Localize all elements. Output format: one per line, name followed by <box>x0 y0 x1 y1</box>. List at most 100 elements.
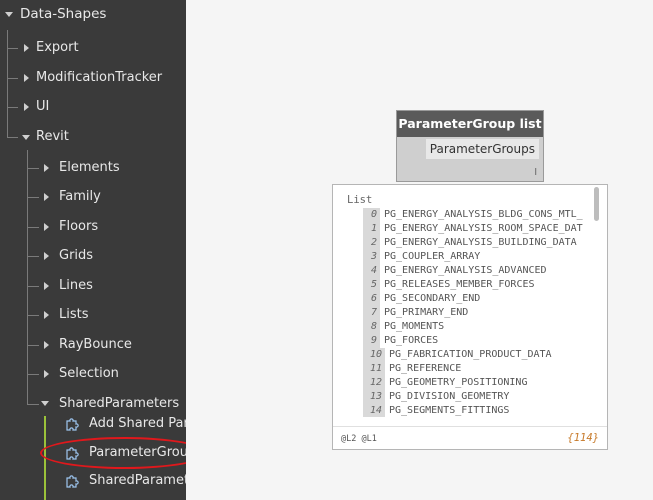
collapse-arrow-icon[interactable] <box>22 135 30 140</box>
library-item-revit[interactable]: Revit <box>36 129 69 144</box>
puzzle-node-icon <box>66 475 79 488</box>
expand-arrow-icon[interactable] <box>44 193 49 201</box>
parametergroup-list-node[interactable]: ParameterGroup list ParameterGroups l <box>396 110 544 182</box>
list-item-value: PG_MOMENTS <box>384 321 445 332</box>
list-item-index: 8 <box>363 320 380 334</box>
list-levels: @L2 @L1 <box>341 434 377 444</box>
expand-arrow-icon[interactable] <box>24 44 29 52</box>
expand-arrow-icon[interactable] <box>44 282 49 290</box>
list-item: 14 PG_SEGMENTS_FITTINGS <box>363 404 509 417</box>
preview-scrollbar[interactable] <box>594 187 599 221</box>
library-item-selection[interactable]: Selection <box>59 366 119 381</box>
node-title[interactable]: ParameterGroup list <box>397 111 543 137</box>
library-item-elements[interactable]: Elements <box>59 160 120 175</box>
list-item: 8 PG_MOMENTS <box>363 320 444 334</box>
library-item-lines[interactable]: Lines <box>59 278 93 293</box>
tree-line <box>7 78 18 79</box>
collapse-arrow-icon[interactable] <box>5 12 13 17</box>
list-item: 13 PG_DIVISION_GEOMETRY <box>363 390 509 404</box>
tree-line <box>7 30 8 138</box>
list-item-index: 1 <box>363 222 380 236</box>
list-item-index: 7 <box>363 306 380 320</box>
expand-arrow-icon[interactable] <box>24 103 29 111</box>
list-item-value: PG_REFERENCE <box>389 363 462 374</box>
item-count: {114} <box>567 432 599 444</box>
tree-line <box>27 256 39 257</box>
library-node-add-shared-parameter[interactable]: Add Shared Para <box>89 416 186 431</box>
list-item-value: PG_ENERGY_ANALYSIS_ADVANCED <box>384 265 547 276</box>
list-item: 12 PG_GEOMETRY_POSITIONING <box>363 376 527 390</box>
list-item-index: 3 <box>363 250 380 264</box>
tree-line <box>7 137 18 138</box>
list-item: 5 PG_RELEASES_MEMBER_FORCES <box>363 278 535 292</box>
tree-line <box>27 150 28 404</box>
library-item-export[interactable]: Export <box>36 40 79 55</box>
list-item: 4 PG_ENERGY_ANALYSIS_ADVANCED <box>363 264 547 278</box>
tree-line <box>27 315 39 316</box>
list-item-index: 0 <box>363 208 380 222</box>
preview-list[interactable]: List 0 PG_ENERGY_ANALYSIS_BLDG_CONS_MTL_ 1… <box>333 185 595 417</box>
library-item-lists[interactable]: Lists <box>59 307 89 322</box>
output-port-parametergroups[interactable]: ParameterGroups <box>425 139 539 159</box>
list-item-index: 11 <box>363 362 385 376</box>
expand-arrow-icon[interactable] <box>24 74 29 82</box>
tree-line <box>27 374 39 375</box>
list-item: 10 PG_FABRICATION_PRODUCT_DATA <box>363 348 552 362</box>
list-item-value: PG_FABRICATION_PRODUCT_DATA <box>389 349 552 360</box>
list-item-index: 9 <box>363 334 380 348</box>
preview-footer: @L2 @L1 {114} <box>333 426 607 451</box>
tree-line <box>27 197 39 198</box>
list-item-value: PG_GEOMETRY_POSITIONING <box>389 377 528 388</box>
library-item-family[interactable]: Family <box>59 189 101 204</box>
workspace-canvas[interactable]: ParameterGroup list ParameterGroups l Li… <box>186 0 653 500</box>
list-item: 0 PG_ENERGY_ANALYSIS_BLDG_CONS_MTL_ <box>363 208 583 222</box>
list-item: 3 PG_COUPLER_ARRAY <box>363 250 480 264</box>
library-node-sharedparameter[interactable]: SharedParamete <box>89 473 186 488</box>
library-sidebar: Data-Shapes Export ModificationTracker U… <box>0 0 186 500</box>
highlight-annotation-circle <box>40 437 208 469</box>
library-item-modificationtracker[interactable]: ModificationTracker <box>36 70 162 85</box>
list-item-index: 10 <box>363 348 385 362</box>
expand-arrow-icon[interactable] <box>44 164 49 172</box>
library-item-sharedparameters[interactable]: SharedParameters <box>59 396 179 411</box>
list-item-value: PG_ENERGY_ANALYSIS_BUILDING_DATA <box>384 237 577 248</box>
library-item-raybounce[interactable]: RayBounce <box>59 337 132 352</box>
list-item-value: PG_SECONDARY_END <box>384 293 481 304</box>
library-item-grids[interactable]: Grids <box>59 248 93 263</box>
expand-arrow-icon[interactable] <box>44 311 49 319</box>
list-item-index: 12 <box>363 376 385 390</box>
node-preview-bubble[interactable]: List 0 PG_ENERGY_ANALYSIS_BLDG_CONS_MTL_ 1… <box>332 184 608 450</box>
library-item-floors[interactable]: Floors <box>59 219 98 234</box>
tree-line <box>7 48 18 49</box>
list-item-value: PG_DIVISION_GEOMETRY <box>389 391 510 402</box>
puzzle-node-icon <box>66 418 79 431</box>
list-item-index: 13 <box>363 390 385 404</box>
tree-line <box>27 286 39 287</box>
expand-arrow-icon[interactable] <box>44 341 49 349</box>
list-item-index: 2 <box>363 236 380 250</box>
list-item: 6 PG_SECONDARY_END <box>363 292 480 306</box>
expand-arrow-icon[interactable] <box>44 370 49 378</box>
list-title: List <box>347 194 373 206</box>
list-item-index: 5 <box>363 278 380 292</box>
list-item-value: PG_SEGMENTS_FITTINGS <box>389 405 510 416</box>
tree-line <box>27 345 39 346</box>
expand-arrow-icon[interactable] <box>44 252 49 260</box>
tree-line <box>27 168 39 169</box>
tree-line <box>27 404 39 405</box>
collapse-arrow-icon[interactable] <box>41 401 49 406</box>
expand-arrow-icon[interactable] <box>44 223 49 231</box>
list-item-value: PG_FORCES <box>384 335 439 346</box>
library-item-ui[interactable]: UI <box>36 99 49 114</box>
list-item-index: 14 <box>363 404 385 417</box>
list-item-index: 6 <box>363 292 380 306</box>
list-item: 11 PG_REFERENCE <box>363 362 461 376</box>
list-item-value: PG_COUPLER_ARRAY <box>384 251 481 262</box>
list-item-value: PG_RELEASES_MEMBER_FORCES <box>384 279 535 290</box>
list-item: 7 PG_PRIMARY_END <box>363 306 468 320</box>
lacing-indicator: l <box>534 168 537 178</box>
list-item-value: PG_PRIMARY_END <box>384 307 469 318</box>
library-category-data-shapes[interactable]: Data-Shapes <box>20 6 106 22</box>
list-item: 1 PG_ENERGY_ANALYSIS_ROOM_SPACE_DAT <box>363 222 583 236</box>
list-item-value: PG_ENERGY_ANALYSIS_ROOM_SPACE_DAT <box>384 223 583 234</box>
